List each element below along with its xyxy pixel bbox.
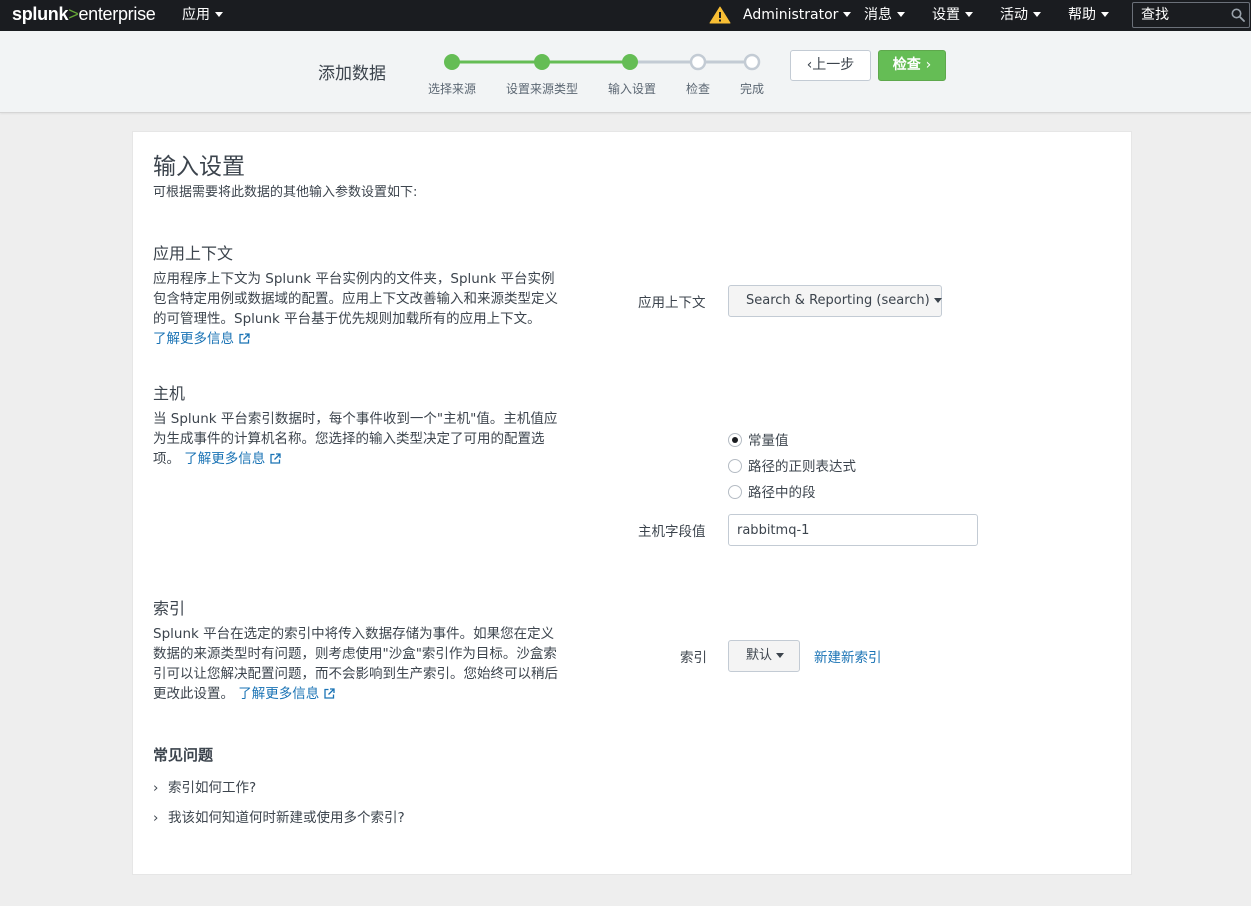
chevron-down-icon — [965, 12, 973, 17]
faq-item-label: 我该如何知道何时新建或使用多个索引? — [168, 810, 405, 826]
index-dropdown[interactable]: 默认 — [728, 640, 800, 672]
chevron-right-icon: › — [925, 57, 932, 73]
apps-menu[interactable]: 应用 — [182, 0, 223, 31]
chevron-down-icon — [1033, 12, 1041, 17]
step-dot-done — [622, 54, 638, 70]
chevron-right-icon: › — [153, 810, 159, 826]
host-radio-path-segment[interactable]: 路径中的段 — [728, 481, 816, 501]
global-search-input[interactable] — [1133, 3, 1225, 27]
splunk-logo[interactable]: splunk>enterprise — [12, 4, 156, 25]
chevron-down-icon — [215, 12, 223, 17]
faq-item[interactable]: › 索引如何工作? — [153, 776, 256, 796]
app-context-selected-value: Search & Reporting (search) — [746, 293, 930, 308]
host-field-value-label: 主机字段值 — [638, 524, 706, 540]
faq-item-label: 索引如何工作? — [168, 780, 257, 796]
step-dot-pending — [689, 53, 707, 71]
settings-menu-label: 设置 — [932, 7, 960, 23]
app-context-section-title: 应用上下文 — [153, 244, 234, 263]
apps-menu-label: 应用 — [182, 7, 210, 23]
add-data-wizard-header: 添加数据 选择来源 设置来源类型 输入设置 检查 完成 ‹上一步 检查 › — [0, 31, 1251, 113]
step-dot-pending — [743, 53, 761, 71]
app-context-dropdown[interactable]: Search & Reporting (search) — [728, 285, 942, 317]
step-label: 完成 — [739, 82, 765, 96]
host-learn-more-link[interactable]: 了解更多信息 — [184, 451, 281, 467]
next-step-label: 检查 — [892, 57, 921, 73]
external-link-icon — [239, 333, 250, 344]
external-link-icon — [324, 688, 335, 699]
host-radio-label: 路径中的段 — [748, 485, 816, 501]
radio-unselected-icon — [728, 485, 742, 499]
previous-step-label: 上一步 — [812, 57, 855, 73]
chevron-down-icon — [1101, 12, 1109, 17]
host-radio-label: 常量值 — [748, 433, 789, 449]
index-selected-value: 默认 — [746, 648, 773, 663]
wizard-step-progress — [444, 53, 761, 71]
host-radio-path-regex[interactable]: 路径的正则表达式 — [728, 455, 856, 475]
step-dot-done — [444, 54, 460, 70]
chevron-down-icon — [897, 12, 905, 17]
user-menu[interactable]: Administrator — [743, 0, 852, 31]
messages-menu-label: 消息 — [864, 7, 892, 23]
radio-selected-icon — [728, 433, 742, 447]
input-settings-panel: 输入设置 可根据需要将此数据的其他输入参数设置如下: 应用上下文 应用程序上下文… — [132, 131, 1132, 875]
help-menu-label: 帮助 — [1068, 7, 1096, 23]
step-dot-done — [534, 54, 550, 70]
warning-icon[interactable] — [709, 6, 731, 24]
previous-step-button[interactable]: ‹上一步 — [790, 50, 871, 81]
learn-more-label: 了解更多信息 — [153, 331, 234, 347]
app-context-description-text: 应用程序上下文为 Splunk 平台实例内的文件夹，Splunk 平台实例包含特… — [153, 271, 558, 327]
search-icon[interactable] — [1231, 8, 1245, 22]
app-context-field-label: 应用上下文 — [638, 295, 706, 311]
faq-title: 常见问题 — [153, 746, 214, 764]
index-description: Splunk 平台在选定的索引中将传入数据存储为事件。如果您在定义数据的来源类型… — [153, 624, 558, 704]
settings-menu[interactable]: 设置 — [932, 0, 973, 31]
user-menu-label: Administrator — [743, 7, 839, 23]
chevron-right-icon: › — [153, 780, 159, 796]
logo-gt-text: > — [68, 4, 79, 24]
logo-splunk-text: splunk — [12, 4, 69, 24]
activity-menu[interactable]: 活动 — [1000, 0, 1041, 31]
index-section-title: 索引 — [153, 599, 186, 618]
host-radio-constant-value[interactable]: 常量值 — [728, 429, 789, 449]
host-radio-label: 路径的正则表达式 — [748, 459, 856, 475]
wizard-title: 添加数据 — [318, 64, 386, 84]
page-subtitle: 可根据需要将此数据的其他输入参数设置如下: — [153, 185, 418, 200]
messages-menu[interactable]: 消息 — [864, 0, 905, 31]
app-context-learn-more-link[interactable]: 了解更多信息 — [153, 331, 250, 347]
global-search-box — [1132, 2, 1250, 28]
next-step-button[interactable]: 检查 › — [878, 50, 946, 81]
help-menu[interactable]: 帮助 — [1068, 0, 1109, 31]
chevron-down-icon — [776, 653, 785, 658]
index-field-label: 索引 — [680, 650, 707, 666]
step-label: 输入设置 — [607, 82, 657, 96]
index-description-text: Splunk 平台在选定的索引中将传入数据存储为事件。如果您在定义数据的来源类型… — [153, 626, 558, 702]
top-navigation-bar: splunk>enterprise 应用 Administrator 消息 设置… — [0, 0, 1251, 31]
learn-more-label: 了解更多信息 — [184, 451, 266, 467]
learn-more-label: 了解更多信息 — [238, 686, 320, 702]
faq-item[interactable]: › 我该如何知道何时新建或使用多个索引? — [153, 806, 405, 826]
step-label: 设置来源类型 — [505, 82, 579, 96]
host-section-title: 主机 — [153, 384, 186, 403]
chevron-down-icon — [933, 298, 942, 303]
app-context-description: 应用程序上下文为 Splunk 平台实例内的文件夹，Splunk 平台实例包含特… — [153, 269, 558, 349]
step-label: 选择来源 — [427, 82, 477, 96]
radio-unselected-icon — [728, 459, 742, 473]
logo-enterprise-text: enterprise — [78, 4, 156, 24]
host-field-value-input[interactable] — [728, 514, 978, 546]
host-description: 当 Splunk 平台索引数据时，每个事件收到一个"主机"值。主机值应为生成事件… — [153, 409, 558, 469]
activity-menu-label: 活动 — [1000, 7, 1028, 23]
create-new-index-link[interactable]: 新建新索引 — [814, 646, 882, 666]
external-link-icon — [270, 453, 281, 464]
chevron-down-icon — [843, 12, 852, 17]
page-title: 输入设置 — [153, 154, 245, 180]
step-label: 检查 — [685, 82, 711, 96]
index-learn-more-link[interactable]: 了解更多信息 — [238, 686, 335, 702]
